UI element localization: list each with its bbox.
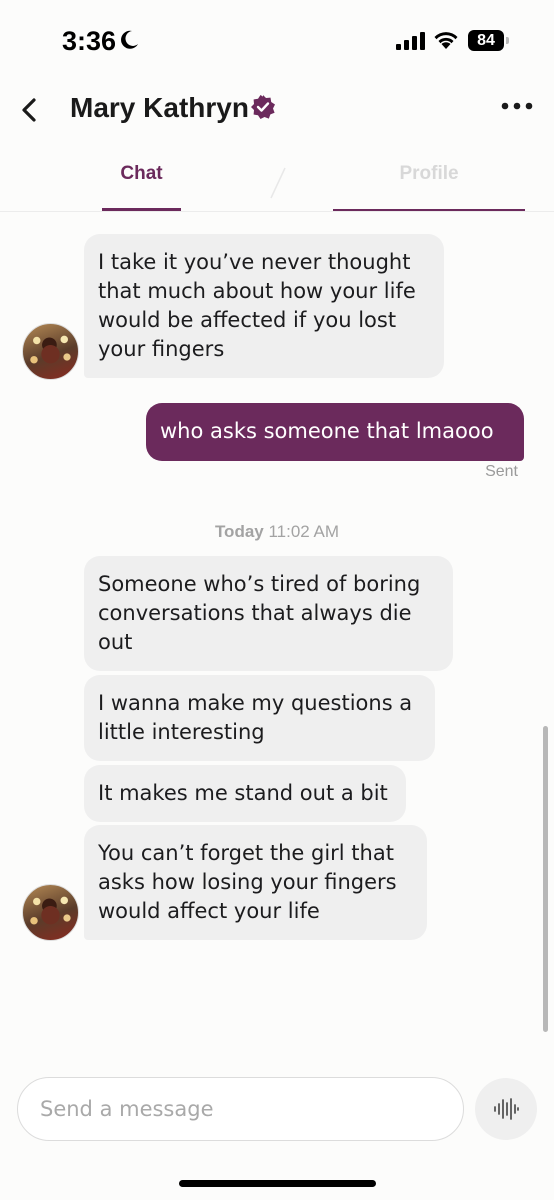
voice-message-button[interactable] (475, 1078, 537, 1140)
message-incoming[interactable]: Someone who’s tired of boring conversati… (84, 556, 453, 671)
message-incoming[interactable]: I wanna make my questions a little inter… (84, 675, 435, 761)
status-bar: 3:36 84 (0, 0, 554, 80)
chat-screen: 3:36 84 Mary Kathryn Chat Profile I take… (0, 0, 554, 1200)
avatar[interactable] (22, 323, 79, 380)
message-outgoing[interactable]: who asks someone that lmaooo (146, 403, 524, 461)
message-incoming[interactable]: You can’t forget the girl that asks how … (84, 825, 427, 940)
avatar[interactable] (22, 884, 79, 941)
contact-name[interactable]: Mary Kathryn (70, 92, 249, 124)
message-input[interactable] (18, 1078, 463, 1140)
tab-chat[interactable]: Chat (102, 150, 181, 211)
tab-bar: Chat Profile (0, 150, 554, 212)
voice-waveform-icon (494, 1098, 519, 1120)
more-options-icon[interactable] (500, 100, 534, 112)
date-divider: Today 11:02 AM (0, 522, 554, 542)
cellular-signal-icon (396, 32, 425, 50)
message-incoming[interactable]: I take it you’ve never thought that much… (84, 234, 444, 378)
message-incoming[interactable]: It makes me stand out a bit (84, 765, 406, 822)
tab-profile[interactable]: Profile (333, 150, 525, 211)
back-chevron-icon[interactable] (14, 92, 46, 128)
wifi-icon (434, 32, 458, 49)
home-indicator (179, 1180, 376, 1187)
verified-badge-icon (251, 95, 275, 119)
battery-icon: 84 (468, 30, 509, 51)
sent-status: Sent (485, 463, 518, 480)
date-day: Today (214, 522, 264, 541)
chat-header: Mary Kathryn (0, 80, 554, 144)
tab-divider (270, 167, 286, 199)
moon-icon (121, 30, 138, 49)
scrollbar[interactable] (543, 726, 548, 1032)
status-time: 3:36 (62, 26, 117, 56)
date-time: 11:02 AM (268, 522, 340, 541)
message-composer (17, 1077, 464, 1141)
